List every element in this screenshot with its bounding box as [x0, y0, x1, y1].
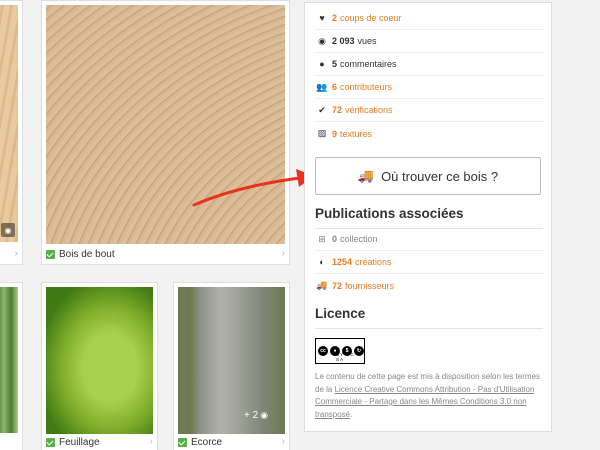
info-panel: ♥ 2 coups de coeur ◉ 2 093 vues ● 5 comm… — [304, 2, 552, 432]
card-caption: Bois de bout — [46, 244, 285, 264]
stat-coups-de-coeur[interactable]: ♥ 2 coups de coeur — [315, 7, 543, 30]
stat-number: 2 093 — [332, 36, 355, 46]
stat-vues: ◉ 2 093 vues — [315, 30, 543, 53]
caption-text: Bois de bout — [59, 248, 115, 260]
forest-card-partial[interactable] — [0, 282, 23, 450]
page: ◉ › Bois de bout › Feuillage › + 2 ◉ Eco… — [0, 0, 600, 450]
stat-number: 5 — [332, 59, 338, 69]
heart-icon: ♥ — [319, 13, 325, 23]
leaf-image — [46, 287, 153, 434]
camera-icon: ◉ — [1, 223, 15, 237]
wood-texture-image — [0, 5, 18, 242]
cc-icon: cc — [318, 346, 328, 356]
verified-check-icon — [178, 437, 187, 447]
stat-label: coups de coeur — [340, 13, 402, 23]
verified-check-icon — [46, 437, 55, 447]
stat-number: 9 — [332, 128, 338, 139]
card-caption: Feuillage — [46, 432, 153, 450]
extra-photos-badge: + 2 ◉ — [244, 410, 268, 421]
stat-number: 2 — [332, 13, 338, 23]
gallery-card-bois-de-bout[interactable]: Bois de bout › — [41, 0, 290, 265]
stat-label: textures — [340, 128, 373, 139]
stat-number: 0 — [332, 234, 338, 244]
divider — [315, 328, 543, 329]
find-wood-button[interactable]: 🚚 Où trouver ce bois ? — [315, 157, 541, 195]
truck-icon: 🚚 — [357, 168, 375, 183]
truck-icon: 🚚 — [316, 280, 328, 290]
gallery-card-ecorce[interactable]: + 2 ◉ Ecorce › — [173, 282, 290, 450]
chevron-right-icon: › — [149, 436, 153, 447]
gallery-card-feuillage[interactable]: Feuillage › — [41, 282, 158, 450]
publications-title: Publications associées — [315, 206, 464, 221]
licence-title: Licence — [315, 306, 366, 321]
stat-number: 72 — [332, 280, 343, 291]
pub-creations[interactable]: ◐ 1254 créations — [315, 251, 543, 274]
extra-photos-count: + 2 — [244, 410, 259, 421]
stat-label: collection — [340, 234, 378, 244]
stat-verifications[interactable]: ✔ 72 vérifications — [315, 99, 543, 122]
texture-icon: ▨ — [317, 128, 327, 138]
creations-icon: ◐ — [319, 257, 325, 267]
licence-link[interactable]: Licence Creative Commons Attribution - P… — [315, 385, 534, 419]
stat-label: commentaires — [340, 59, 397, 69]
creative-commons-badge[interactable]: cc ● $ ↻ BY NC SA — [315, 338, 365, 364]
stat-contributeurs[interactable]: 👥 6 contributeurs — [315, 76, 543, 99]
eye-icon: ◉ — [318, 35, 326, 46]
collection-icon: ⊞ — [318, 233, 326, 244]
chevron-right-icon: › — [281, 248, 285, 259]
caption-text: Ecorce — [191, 436, 223, 448]
card-caption: Ecorce — [178, 432, 285, 450]
licence-text-end: . — [350, 409, 353, 419]
stat-label: fournisseurs — [345, 280, 395, 291]
stat-textures[interactable]: ▨ 9 textures — [315, 122, 543, 145]
camera-icon: ◉ — [260, 410, 269, 420]
stat-commentaires[interactable]: ● 5 commentaires — [315, 53, 543, 76]
chevron-right-icon: › — [14, 248, 18, 259]
stat-label: vues — [357, 36, 377, 46]
stat-label: vérifications — [345, 105, 393, 115]
comment-icon: ● — [319, 59, 325, 69]
find-wood-label: Où trouver ce bois ? — [381, 168, 499, 184]
checkmark-icon: ✔ — [318, 104, 326, 115]
forest-image — [0, 287, 18, 433]
chevron-right-icon: › — [281, 436, 285, 447]
contributors-icon: 👥 — [316, 81, 328, 92]
red-arrow-annotation — [192, 169, 314, 207]
bark-image — [178, 287, 285, 434]
stat-number: 72 — [332, 105, 343, 115]
stat-number: 6 — [332, 82, 338, 92]
caption-text: Feuillage — [59, 436, 100, 448]
verified-check-icon — [46, 249, 55, 259]
licence-text: Le contenu de cette page est mis à dispo… — [315, 371, 545, 421]
stat-label: créations — [355, 257, 392, 267]
wood-card-partial-top[interactable]: ◉ › — [0, 0, 23, 265]
cc-badge-label: BY NC SA — [336, 352, 355, 362]
stat-number: 1254 — [332, 257, 353, 267]
stat-label: contributeurs — [340, 82, 393, 92]
pub-fournisseurs[interactable]: 🚚 72 fournisseurs — [315, 274, 543, 297]
pub-collection[interactable]: ⊞ 0 collection — [315, 228, 543, 251]
